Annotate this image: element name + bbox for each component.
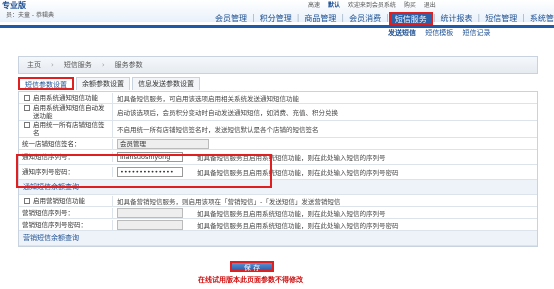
top-link-0[interactable]: 高速 [308,2,320,9]
marketing-serial-input[interactable] [117,207,183,218]
marketing-balance-query-link[interactable]: 营销短信余额查询 [19,231,537,246]
nav-sms-manage[interactable]: 短信管理 [480,12,522,25]
tab-send-params[interactable]: 信息发送参数设置 [132,77,200,90]
row-hint: 如具备短信服务且启用系统短信功能，则在此处输入短信的序列号密码 [197,221,399,230]
save-button[interactable]: 保 存 [230,261,274,272]
sign-name-input[interactable]: 会员管理 [117,138,209,149]
top-link-1[interactable]: 默认 [328,2,340,9]
tabs: 短信参数设置 余额参数设置 信息发送参数设置 [18,77,202,90]
sub-nav: 发送短信 短信模板 短信记录 [388,28,497,39]
row-desc: 不启用统一所有店铺短信签名时，发送短信默认是各个店铺的短信签名 [117,126,319,134]
main-nav: 会员管理 | 积分管理 | 商品管理 | 会员消费 | 短信服务 | 统计报表 | 短信管理… [210,12,554,25]
trial-note: 在线试用版本此页面参数不得修改 [198,276,303,284]
row-desc: 如具备营销短信服务，则启用该项在「营销短信」-「发送短信」发送营销短信 [117,197,341,206]
nav-points[interactable]: 积分管理 [255,12,297,25]
top-link-3[interactable]: 购买 [404,2,416,9]
subnav-sms-records[interactable]: 短信记录 [462,29,490,37]
nav-system[interactable]: 系统管理 [525,12,554,25]
enable-unified-sign-checkbox[interactable] [24,122,30,128]
enable-marketing-checkbox[interactable] [24,197,30,204]
nav-products[interactable]: 商品管理 [299,12,341,25]
highlight-box [16,154,272,188]
form-row: 营销短信序列号密码： 如具备短信服务且启用系统短信功能，则在此处输入短信的序列号… [19,219,537,231]
row-label: 启用系统通知短信自动发送功能 [19,103,113,121]
breadcrumb-home[interactable]: 主页 [19,60,49,70]
breadcrumb: 主页 › 短信服务 › 服务参数 [18,56,538,74]
top-links: 高速 默认 欢迎来到会员系统 购买 退出 [308,0,442,9]
chevron-right-icon: › [101,61,105,69]
row-desc: 如具备短信服务，可启用该选项启用相关系统发送通知短信功能 [117,94,299,103]
nav-members[interactable]: 会员管理 [210,12,252,25]
form-row: 营销短信序列号： 如具备短信服务且启用系统短信功能，则在此处输入短信的序列号 [19,207,537,219]
form-row: 统一店铺短信签名： 会员管理 [19,138,537,150]
top-link-2: 欢迎来到会员系统 [347,2,396,9]
marketing-password-input[interactable] [117,219,183,230]
nav-reports[interactable]: 统计报表 [436,12,478,25]
row-value: 如具备短信服务且启用系统短信功能，则在此处输入短信的序列号密码 [113,219,537,231]
chevron-right-icon: › [51,61,54,69]
row-desc: 启动该选项后，会员积分变动时自动发送通知短信，如消费、充值、积分兑换 [117,109,338,117]
user-info: 员：夫童 - 恭辑典 [6,12,54,19]
row-label: 统一店铺短信签名： [19,138,113,149]
form-row: 启用统一所有店铺短信签名 不启用统一所有店铺短信签名时，发送短信默认是各个店铺的… [19,120,537,138]
nav-consumption[interactable]: 会员消费 [344,12,386,25]
form-row: 启用系统通知短信自动发送功能 启动该选项后，会员积分变动时自动发送通知短信，如消… [19,103,537,121]
enable-notify-checkbox[interactable] [24,94,30,101]
tab-balance-params[interactable]: 余额参数设置 [76,77,130,90]
nav-sms-service[interactable]: 短信服务 [388,12,433,25]
row-hint: 如具备短信服务且启用系统短信功能，则在此处输入短信的序列号 [197,209,386,218]
row-label: 营销短信序列号： [19,207,113,218]
tab-sms-params[interactable]: 短信参数设置 [18,77,74,90]
enable-auto-send-checkbox[interactable] [24,105,30,111]
breadcrumb-sms[interactable]: 短信服务 [56,60,100,70]
subnav-send-sms[interactable]: 发送短信 [388,29,416,37]
row-label: 启用系统通知短信功能 [19,92,113,103]
row-label: 启用营销短信功能 [19,195,113,206]
breadcrumb-params: 服务参数 [114,61,143,69]
row-value: 如具备短信服务且启用系统短信功能，则在此处输入短信的序列号 [113,207,537,219]
form-row: 启用营销短信功能 如具备营销短信服务，则启用该项在「营销短信」-「发送短信」发送… [19,195,537,207]
row-value: 会员管理 [113,138,537,150]
top-link-4[interactable]: 退出 [424,2,436,9]
subnav-sms-template[interactable]: 短信模板 [425,29,453,37]
row-label: 营销短信序列号密码： [19,219,113,230]
row-label: 启用统一所有店铺短信签名 [19,120,113,138]
